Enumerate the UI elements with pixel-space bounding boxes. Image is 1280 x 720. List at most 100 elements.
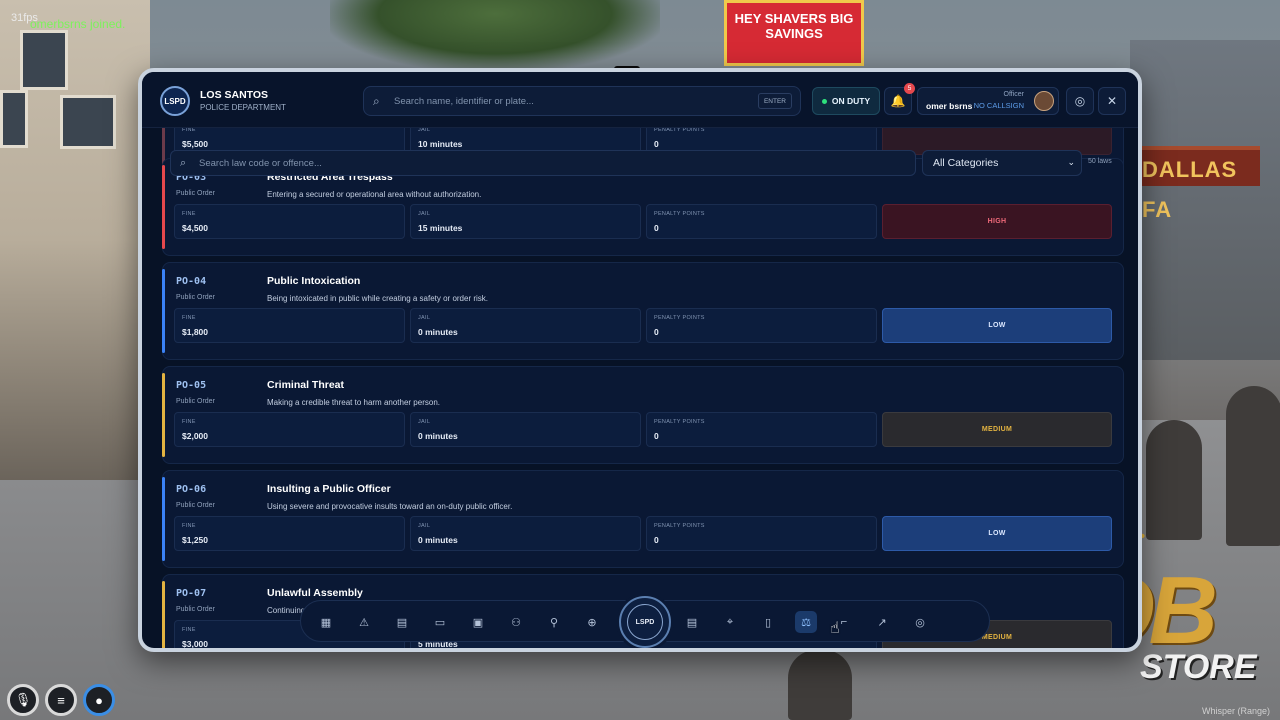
law-code: PO-04	[176, 276, 207, 287]
bell-icon: 🔔	[890, 94, 906, 108]
fine-label: FINE	[182, 315, 196, 321]
officer-callsign: NO CALLSIGN	[973, 101, 1024, 110]
lspd-badge: LSPD	[160, 86, 190, 116]
law-title: Insulting a Public Officer	[267, 483, 391, 495]
points-box: PENALTY POINTS 0	[646, 412, 877, 447]
search-icon: ⌕	[373, 94, 380, 108]
dallas-sign: DALLAS FA	[1134, 146, 1260, 222]
bottom-dock: ▦ ⚠ ▤ ▭ ▣ ⚇ ⚲ ⊕ ▤ ⌖ ▯ ⚖ ⌐ ↗ ◎ LSPD	[300, 596, 990, 648]
law-category: Public Order	[176, 398, 215, 405]
jail-label: JAIL	[418, 315, 431, 321]
dock-home-label: LSPD	[627, 604, 663, 640]
file-icon[interactable]: ▯	[757, 611, 779, 633]
global-search-input[interactable]	[394, 93, 724, 110]
notification-count: 5	[904, 83, 915, 94]
law-scale-icon[interactable]: ⚖	[795, 611, 817, 633]
brand-subtitle: POLICE DEPARTMENT	[200, 103, 286, 112]
game-building-left	[0, 0, 150, 480]
report-icon[interactable]: ▤	[391, 611, 413, 633]
law-description: Entering a secured or operational area w…	[267, 190, 482, 199]
warrant-icon[interactable]: ⚠	[353, 611, 375, 633]
avatar	[1034, 91, 1054, 111]
law-card[interactable]: PO-04 Public Order Public Intoxication B…	[162, 262, 1124, 360]
law-code: PO-05	[176, 380, 207, 391]
law-category: Public Order	[176, 294, 215, 301]
points-value: 0	[654, 223, 659, 233]
jail-box: JAIL 0 minutes	[410, 308, 641, 343]
law-search[interactable]: ⌕	[170, 150, 916, 176]
law-search-input[interactable]	[199, 156, 799, 171]
law-category: Public Order	[176, 502, 215, 509]
points-label: PENALTY POINTS	[654, 128, 705, 133]
jail-label: JAIL	[418, 523, 431, 529]
vehicle-icon[interactable]: ▣	[467, 611, 489, 633]
global-search[interactable]: ⌕ ENTER	[363, 86, 801, 116]
fine-box: FINE $2,000	[174, 412, 405, 447]
water-icon: ●	[83, 684, 115, 716]
points-value: 0	[654, 139, 659, 149]
duty-toggle[interactable]: ON DUTY	[812, 87, 880, 115]
brand-title: LOS SANTOS	[200, 89, 269, 101]
settings-button[interactable]: ◎	[1066, 87, 1094, 115]
chart-icon[interactable]: ↗	[871, 611, 893, 633]
player-hud: 🎙 ≡ ●	[7, 684, 115, 716]
food-icon: ≡	[45, 684, 77, 716]
jail-value: 15 minutes	[418, 223, 463, 233]
points-label: PENALTY POINTS	[654, 315, 705, 321]
mouse-cursor-icon: ☝	[830, 620, 840, 637]
document-icon[interactable]: ▤	[681, 611, 703, 633]
microphone-icon: 🎙	[7, 684, 39, 716]
close-icon: ✕	[1106, 94, 1118, 108]
jail-box: JAIL 0 minutes	[410, 412, 641, 447]
jail-value: 0 minutes	[418, 431, 458, 441]
law-card[interactable]: PO-06 Public Order Insulting a Public Of…	[162, 470, 1124, 568]
map-pin-icon[interactable]: ⌖	[719, 611, 741, 633]
law-code: PO-07	[176, 588, 207, 599]
profile-icon[interactable]: ⚲	[543, 611, 565, 633]
severity-accent	[162, 373, 165, 457]
law-description: Using severe and provocative insults tow…	[267, 502, 513, 511]
close-button[interactable]: ✕	[1098, 87, 1126, 115]
jail-value: 10 minutes	[418, 139, 463, 149]
law-category: Public Order	[176, 606, 215, 613]
search-icon: ⌕	[180, 157, 187, 169]
camera-icon[interactable]: ▭	[429, 611, 451, 633]
jail-label: JAIL	[418, 128, 431, 133]
points-box: PENALTY POINTS 0	[646, 204, 877, 239]
people-icon[interactable]: ⚇	[505, 611, 527, 633]
points-value: 0	[654, 535, 659, 545]
officer-profile[interactable]: Officer omer bsrns NO CALLSIGN	[917, 87, 1059, 115]
law-card[interactable]: PO-05 Public Order Criminal Threat Makin…	[162, 366, 1124, 464]
fine-value: $1,250	[182, 535, 208, 545]
fine-value: $4,500	[182, 223, 208, 233]
dock-home-button[interactable]: LSPD	[619, 596, 671, 648]
points-box: PENALTY POINTS 0	[646, 516, 877, 551]
law-description: Being intoxicated in public while creati…	[267, 294, 488, 303]
law-count: 50 laws	[1088, 158, 1112, 165]
fine-value: $1,800	[182, 327, 208, 337]
law-list: FINE $5,500 JAIL 10 minutes PENALTY POIN…	[142, 128, 1138, 648]
notifications-button[interactable]: 🔔 5	[884, 83, 915, 115]
mdt-header: LSPD LOS SANTOS POLICE DEPARTMENT ⌕ ENTE…	[142, 72, 1138, 128]
category-value: All Categories	[933, 157, 999, 169]
points-box: PENALTY POINTS 0	[646, 308, 877, 343]
mdt-tablet: LSPD LOS SANTOS POLICE DEPARTMENT ⌕ ENTE…	[138, 68, 1142, 652]
fine-value: $3,000	[182, 639, 208, 648]
jail-value: 0 minutes	[418, 327, 458, 337]
severity-accent	[162, 165, 165, 249]
search-icon[interactable]: ⊕	[581, 611, 603, 633]
dashboard-icon[interactable]: ▦	[315, 611, 337, 633]
logo-store: STORE	[1140, 648, 1257, 686]
join-message: omerbsrns joined.	[30, 17, 126, 31]
jail-box: JAIL 0 minutes	[410, 516, 641, 551]
settings-icon[interactable]: ◎	[909, 611, 931, 633]
fine-label: FINE	[182, 211, 196, 217]
category-select[interactable]: All Categories ⌄	[922, 150, 1082, 176]
points-value: 0	[654, 431, 659, 441]
points-label: PENALTY POINTS	[654, 419, 705, 425]
fine-box: FINE $1,250	[174, 516, 405, 551]
severity-accent	[162, 477, 165, 561]
severity-badge: MEDIUM	[882, 412, 1112, 447]
fine-label: FINE	[182, 128, 196, 133]
severity-accent	[162, 581, 165, 648]
